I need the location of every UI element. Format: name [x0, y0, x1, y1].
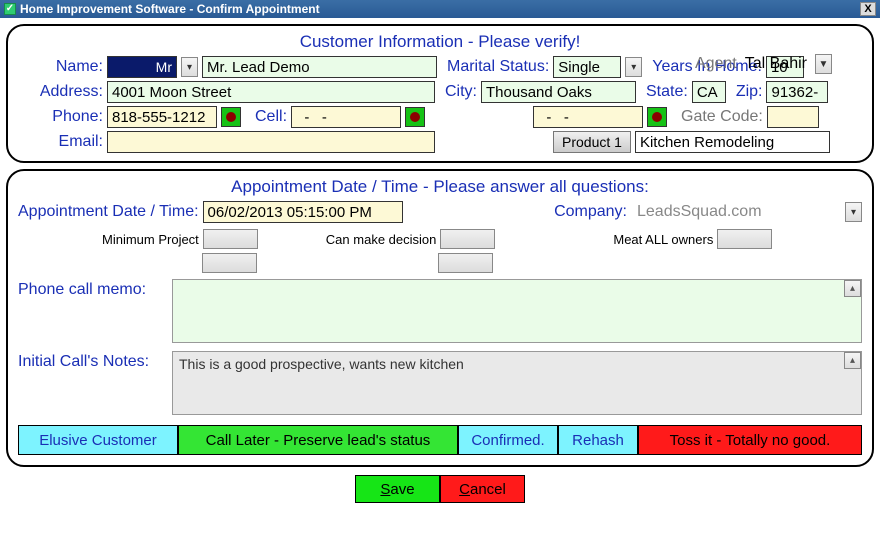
notes-scroll-up-icon[interactable]: ▴: [844, 352, 861, 369]
cancel-button[interactable]: Cancel: [440, 475, 525, 503]
customer-panel: Customer Information - Please verify! Ag…: [6, 24, 874, 163]
email-input[interactable]: [107, 131, 435, 153]
window-title-bar: ✓ Home Improvement Software - Confirm Ap…: [0, 0, 880, 18]
notes-textarea[interactable]: This is a good prospective, wants new ki…: [172, 351, 862, 415]
state-label: State:: [646, 83, 688, 101]
phone3-status-icon[interactable]: [647, 107, 667, 127]
rehash-button[interactable]: Rehash: [558, 425, 638, 455]
zip-input[interactable]: [766, 81, 828, 103]
phone-input[interactable]: [107, 106, 217, 128]
app-icon: ✓: [4, 3, 16, 15]
dt-input[interactable]: [203, 201, 403, 223]
cell-status-icon[interactable]: [405, 107, 425, 127]
memo-label: Phone call memo:: [18, 279, 168, 299]
min-project-label: Minimum Project: [102, 232, 199, 247]
notes-label: Initial Call's Notes:: [18, 351, 168, 371]
appointment-panel: Appointment Date / Time - Please answer …: [6, 169, 874, 467]
agent-value: Tal Bahir: [745, 55, 807, 73]
bottom-bar: Save Cancel: [6, 475, 874, 503]
address-label: Address:: [18, 83, 103, 101]
marital-label: Marital Status:: [447, 58, 549, 76]
state-input[interactable]: [692, 81, 726, 103]
appointment-title: Appointment Date / Time - Please answer …: [18, 177, 862, 197]
save-button[interactable]: Save: [355, 475, 440, 503]
agent-label: Agent: [695, 55, 737, 73]
product-input[interactable]: [635, 131, 830, 153]
close-button[interactable]: X: [860, 2, 876, 16]
company-label: Company:: [554, 203, 627, 221]
notes-text: This is a good prospective, wants new ki…: [173, 352, 861, 376]
marital-input[interactable]: [553, 56, 621, 78]
owners-label: Meat ALL owners: [613, 232, 713, 247]
agent-dropdown[interactable]: ▼: [815, 54, 832, 74]
salutation-select[interactable]: Mr: [107, 56, 177, 78]
customer-title: Customer Information - Please verify!: [18, 32, 862, 52]
phone-status-icon[interactable]: [221, 107, 241, 127]
owners-field[interactable]: [717, 229, 772, 249]
min-project-field2[interactable]: [202, 253, 257, 273]
gate-label: Gate Code:: [681, 108, 763, 126]
decision-field[interactable]: [440, 229, 495, 249]
company-value: LeadsSquad.com: [631, 203, 841, 221]
cell-label: Cell:: [255, 108, 287, 126]
call-later-button[interactable]: Call Later - Preserve lead's status: [178, 425, 458, 455]
memo-textarea[interactable]: ▴: [172, 279, 862, 343]
confirmed-button[interactable]: Confirmed.: [458, 425, 558, 455]
toss-button[interactable]: Toss it - Totally no good.: [638, 425, 862, 455]
min-project-field[interactable]: [203, 229, 258, 249]
product1-button[interactable]: Product 1: [553, 131, 631, 153]
cell-input[interactable]: [291, 106, 401, 128]
marital-dropdown-icon[interactable]: ▾: [625, 57, 642, 77]
city-input[interactable]: [481, 81, 636, 103]
dt-label: Appointment Date / Time:: [18, 203, 199, 221]
city-label: City:: [445, 83, 477, 101]
salutation-dropdown-icon[interactable]: ▾: [181, 57, 198, 77]
gate-input[interactable]: [767, 106, 819, 128]
name-label: Name:: [18, 58, 103, 76]
elusive-button[interactable]: Elusive Customer: [18, 425, 178, 455]
name-input[interactable]: [202, 56, 437, 78]
decision-field2[interactable]: [438, 253, 493, 273]
phone-label: Phone:: [18, 108, 103, 126]
phone3-input[interactable]: [533, 106, 643, 128]
email-label: Email:: [18, 133, 103, 151]
company-dropdown[interactable]: ▾: [845, 202, 862, 222]
zip-label: Zip:: [736, 83, 763, 101]
memo-scroll-up-icon[interactable]: ▴: [844, 280, 861, 297]
window-title: Home Improvement Software - Confirm Appo…: [20, 2, 320, 16]
decision-label: Can make decision: [326, 232, 437, 247]
disposition-bar: Elusive Customer Call Later - Preserve l…: [18, 425, 862, 455]
address-input[interactable]: [107, 81, 435, 103]
